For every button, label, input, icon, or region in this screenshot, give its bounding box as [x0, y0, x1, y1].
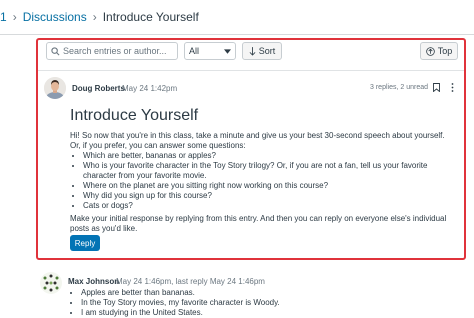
avatar[interactable]: [40, 272, 62, 294]
bookmark-icon[interactable]: [433, 83, 440, 92]
breadcrumb-discussions-link[interactable]: Discussions: [23, 10, 87, 24]
post-date: May 24 1:42pm: [122, 84, 178, 93]
author-photo-icon: [44, 77, 66, 99]
reply-author[interactable]: Max Johnson: [68, 277, 119, 286]
top-button[interactable]: Top: [420, 42, 458, 60]
post-body: Hi! So now that you're in this class, ta…: [70, 131, 450, 234]
post-author[interactable]: Doug Roberts: [72, 84, 125, 93]
sort-label: Sort: [258, 46, 276, 56]
list-item: In the Toy Story movies, my favorite cha…: [81, 298, 448, 308]
reply-entry: Max Johnson May 24 1:46pm, last reply Ma…: [36, 264, 466, 318]
list-item: Who is your favorite character in the To…: [83, 161, 450, 181]
filter-value: All: [189, 46, 200, 56]
arrow-down-icon: [249, 46, 256, 56]
more-options-icon[interactable]: [451, 83, 454, 92]
reply-list: Apples are better than bananas. In the T…: [68, 288, 448, 318]
post-title: Introduce Yourself: [70, 107, 199, 124]
breadcrumb-separator-icon: ›: [12, 10, 17, 24]
breadcrumb: 1 › Discussions › Introduce Yourself: [0, 0, 474, 34]
post-outro: Make your initial response by replying f…: [70, 214, 447, 233]
list-item: Cats or dogs?: [83, 201, 450, 211]
discussion-topic-post: Doug Roberts May 24 1:42pm 3 replies, 2 …: [38, 70, 464, 258]
arrow-up-circle-icon: [425, 46, 435, 56]
filter-select[interactable]: All: [184, 42, 236, 60]
reply-body: Apples are better than bananas. In the T…: [68, 288, 448, 318]
list-item: Which are better, bananas or apples?: [83, 151, 450, 161]
discussion-toolbar: Search entries or author... All Sort Top: [44, 40, 458, 66]
identicon-icon: [40, 272, 62, 294]
question-list: Which are better, bananas or apples? Who…: [70, 151, 450, 211]
highlighted-discussion-region: Search entries or author... All Sort Top: [36, 38, 466, 260]
sort-button[interactable]: Sort: [242, 42, 282, 60]
post-intro: Hi! So now that you're in this class, ta…: [70, 131, 445, 150]
header-divider: [0, 34, 474, 35]
list-item: I am studying in the United States.: [81, 308, 448, 318]
chevron-down-icon: [224, 48, 231, 54]
list-item: Apples are better than bananas.: [81, 288, 448, 298]
reply-button[interactable]: Reply: [70, 235, 100, 251]
reply-date: May 24 1:46pm, last reply May 24 1:46pm: [116, 277, 265, 286]
list-item: Why did you sign up for this course?: [83, 191, 450, 201]
breadcrumb-separator-icon: ›: [92, 10, 97, 24]
avatar[interactable]: [44, 77, 66, 99]
top-label: Top: [437, 46, 453, 56]
search-input[interactable]: Search entries or author...: [46, 42, 178, 60]
search-icon: [51, 46, 60, 55]
breadcrumb-root-link[interactable]: 1: [0, 10, 7, 24]
list-item: Where on the planet are you sitting righ…: [83, 181, 450, 191]
search-placeholder: Search entries or author...: [63, 46, 167, 56]
breadcrumb-current: Introduce Yourself: [102, 10, 199, 24]
reply-count: 3 replies, 2 unread: [370, 84, 428, 91]
